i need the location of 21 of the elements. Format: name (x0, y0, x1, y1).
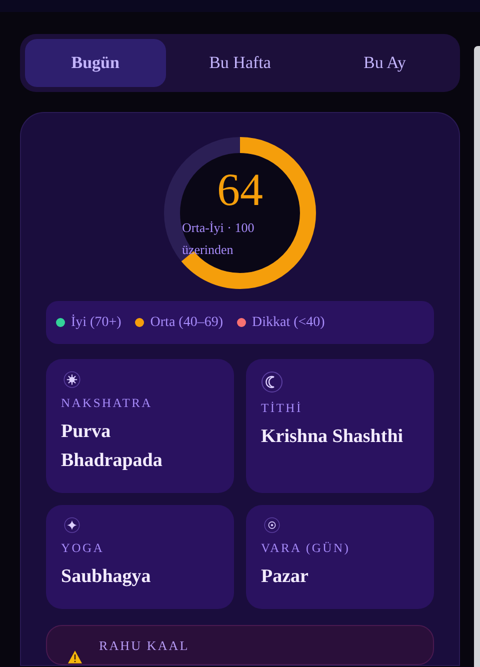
legend-label: İyi (70+) (71, 314, 122, 332)
tab[interactable]: Bugün (25, 39, 166, 87)
scrollbar[interactable] (474, 46, 480, 667)
card-value: Saubhagya (61, 565, 152, 589)
score-value: 64 (217, 167, 263, 213)
legend-label: Orta (40–69) (150, 314, 223, 332)
moon-icon (261, 371, 283, 393)
legend-label: Dikkat (<40) (252, 314, 325, 332)
warning-icon (67, 650, 83, 664)
card-value: Pazar (261, 565, 310, 589)
card-value: Purva Bhadrapada (61, 420, 164, 473)
card-label: TİTHİ (261, 400, 304, 417)
card-label: YOGA (61, 540, 106, 558)
card-label: VARA (GÜN) (261, 540, 352, 558)
tab[interactable]: Bu Hafta (170, 39, 310, 87)
card-value: Krishna Shashthi (261, 424, 404, 449)
score-caption: Orta-İyi · 100 üzerinden (182, 219, 256, 259)
tab[interactable]: Bu Ay (314, 39, 456, 87)
sun-icon (61, 371, 83, 388)
card-label: NAKSHATRA (61, 395, 154, 412)
alert-label: RAHU KAAL (99, 637, 190, 655)
